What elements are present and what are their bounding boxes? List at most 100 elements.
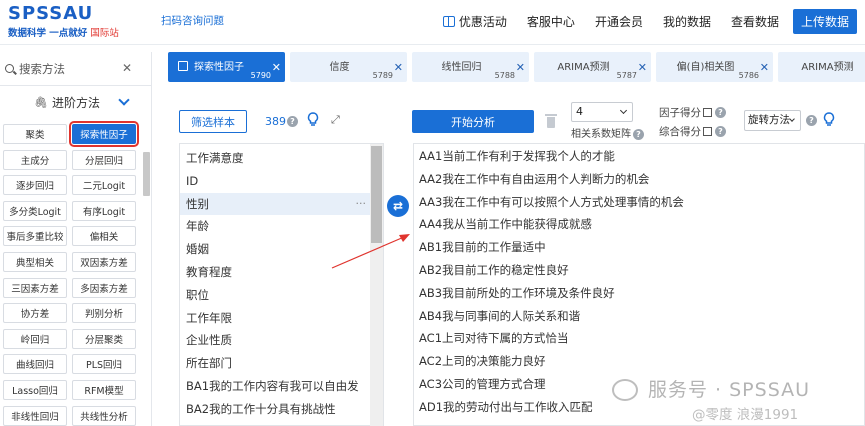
variable-item[interactable]: 教育程度 [180,261,372,283]
chevron-down-icon [118,94,130,106]
method-button[interactable]: 共线性分析 [72,405,136,426]
variable-item[interactable]: 性别 ··· [180,192,372,215]
method-button[interactable]: 协方差 [3,303,67,324]
qr-consult-link[interactable]: 扫码咨询问题 [161,13,224,28]
expand-icon[interactable]: ⤢ [331,113,340,127]
help-icon[interactable]: ? [715,107,726,118]
analysis-item[interactable]: AC1上司对待下属的方式恰当 [419,327,569,349]
sidebar-scrollbar[interactable] [143,152,150,196]
scrollbar-thumb[interactable] [371,146,382,243]
variable-label: 年龄 [186,219,209,234]
method-button[interactable]: 二元Logit [72,175,136,196]
method-search[interactable]: 搜索方法 ✕ [0,52,152,86]
search-input[interactable]: 搜索方法 [19,61,65,77]
method-button[interactable]: 典型相关 [3,251,67,272]
correlation-matrix-option[interactable]: 相关系数矩阵? [571,125,644,140]
upload-data-button[interactable]: 上传数据 [792,9,857,34]
variable-item[interactable]: BA2我的工作十分具有挑战性 [180,398,372,420]
variable-item[interactable]: 职位 [180,284,372,306]
close-tab-icon[interactable]: ✕ [272,61,281,74]
variable-item[interactable]: 所在部门 [180,352,372,374]
analysis-item[interactable]: AA2我在工作中有自由运用个人判断力的机会 [419,168,649,190]
variable-item[interactable]: 婚姻 [180,238,372,260]
analysis-item[interactable]: AD1我的劳动付出与工作收入匹配 [419,396,593,418]
swap-arrows-icon[interactable]: ⇄ [387,195,409,217]
more-icon[interactable]: ··· [356,193,367,215]
method-button[interactable]: 非线性回归 [3,405,67,426]
analysis-item[interactable]: AB4我与同事间的人际关系和谐 [419,305,580,327]
composite-score-checkbox[interactable] [703,127,712,136]
clear-search-icon[interactable]: ✕ [122,61,132,75]
variable-item[interactable]: 工作年限 [180,307,372,329]
nav-promotions[interactable]: 优惠活动 [442,13,507,30]
variable-item[interactable]: 工作满意度 [180,147,372,169]
analysis-item[interactable]: AA1当前工作有利于发挥我个人的才能 [419,145,615,167]
lightbulb-icon[interactable] [823,112,835,128]
close-tab-icon[interactable]: ✕ [760,61,769,74]
analysis-item[interactable]: AC3公司的管理方式合理 [419,373,546,395]
rotation-method-select[interactable]: 旋转方法 [744,110,801,131]
factor-count-select[interactable]: 4 [571,102,633,122]
method-button[interactable]: 有序Logit [72,200,136,221]
close-tab-icon[interactable]: ✕ [516,61,525,74]
lightbulb-icon[interactable] [307,112,319,128]
method-button[interactable]: 双因素方差 [72,251,136,272]
watermark-line1: 服务号 · SPSSAU [648,379,811,401]
analysis-tab[interactable]: 线性回归 5788 ✕ [412,52,529,82]
nav-view-data[interactable]: 查看数据 [731,13,779,30]
logo[interactable]: SPSSAU 数据科学 一点就好 国际站 [8,3,119,39]
method-button[interactable]: 偏相关 [72,226,136,247]
variable-item[interactable]: BA1我的工作内容有我可以自由发 [180,375,372,397]
method-button[interactable]: 探索性因子 [69,121,139,147]
variable-list-scrollbar[interactable] [370,144,383,426]
nav-my-data[interactable]: 我的数据 [663,13,711,30]
analysis-tab[interactable]: ARIMA预测✕ [778,52,865,82]
variable-item[interactable]: 年龄 [180,215,372,237]
nav-membership[interactable]: 开通会员 [595,13,643,30]
analysis-tab[interactable]: 信度 5789 ✕ [290,52,407,82]
variable-item[interactable]: ID [180,170,372,192]
trash-icon[interactable] [545,114,557,128]
analysis-item[interactable]: AA3我在工作中有可以按照个人方式处理事情的机会 [419,191,684,213]
composite-score-option[interactable]: 综合得分? [659,124,726,139]
analysis-tab[interactable]: 探索性因子 5790 ✕ [168,52,285,82]
help-icon[interactable]: ? [806,115,817,126]
factor-score-option[interactable]: 因子得分? [659,105,726,120]
method-button[interactable]: 判别分析 [72,303,136,324]
analysis-item[interactable]: AB2我目前工作的稳定性良好 [419,259,569,281]
close-tab-icon[interactable]: ✕ [638,61,647,74]
method-button[interactable]: RFM模型 [72,379,136,400]
method-button[interactable]: 曲线回归 [3,354,67,375]
analysis-item[interactable]: AB1我目前的工作量适中 [419,236,546,258]
nav-service-center[interactable]: 客服中心 [527,13,575,30]
method-button[interactable]: 分层回归 [72,149,136,170]
filter-sample-button[interactable]: 筛选样本 [179,110,247,133]
analysis-item[interactable]: AA4我从当前工作中能获得成就感 [419,213,592,235]
start-analysis-button[interactable]: 开始分析 [412,110,534,133]
factor-score-checkbox[interactable] [703,108,712,117]
variable-item[interactable]: 企业性质 [180,329,372,351]
method-button[interactable]: 事后多重比较 [3,226,67,247]
method-button[interactable]: PLS回归 [72,354,136,375]
method-button[interactable]: Lasso回归 [3,379,67,400]
analysis-item[interactable]: AC2上司的决策能力良好 [419,350,546,372]
help-icon[interactable]: ? [715,126,726,137]
analysis-tab[interactable]: ARIMA预测 5787 ✕ [534,52,651,82]
advanced-methods-toggle[interactable]: 🖇 进阶方法 [0,88,152,116]
variable-label: BA1我的工作内容有我可以自由发 [186,379,359,393]
method-button[interactable]: 多分类Logit [3,200,67,221]
help-icon[interactable]: ? [287,116,298,127]
analysis-tab[interactable]: 偏(自)相关图 5786 ✕ [656,52,773,82]
close-tab-icon[interactable]: ✕ [394,61,403,74]
method-button[interactable]: 三因素方差 [3,277,67,298]
method-button[interactable]: 多因素方差 [72,277,136,298]
method-button[interactable]: 岭回归 [3,328,67,349]
method-button[interactable]: 主成分 [3,149,67,170]
analysis-item[interactable]: AB3我目前所处的工作环境及条件良好 [419,282,615,304]
help-icon[interactable]: ? [633,129,644,140]
method-button[interactable]: 逐步回归 [3,175,67,196]
method-button[interactable]: 分层聚类 [72,328,136,349]
header-divider [0,44,865,45]
method-button[interactable]: 聚类 [3,124,67,144]
variable-label: 教育程度 [186,265,232,279]
